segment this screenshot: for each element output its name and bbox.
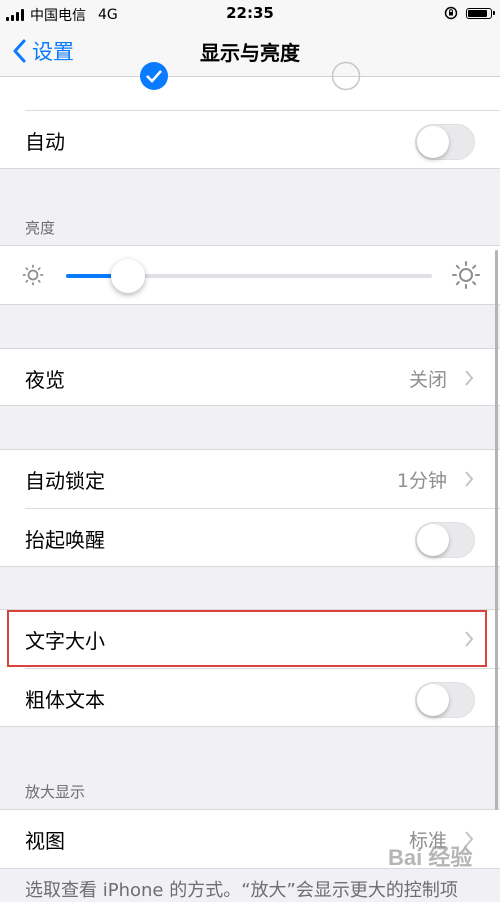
- brightness-header: 亮度: [25, 219, 56, 237]
- auto-appearance-label: 自动: [25, 130, 65, 154]
- raise-to-wake-toggle[interactable]: [415, 522, 475, 558]
- checkmark-selected-icon[interactable]: [139, 61, 169, 91]
- bold-text-row: 粗体文本: [0, 669, 500, 727]
- raise-to-wake-label: 抬起唤醒: [25, 528, 105, 552]
- auto-lock-label: 自动锁定: [25, 469, 105, 493]
- scrollbar[interactable]: [495, 250, 498, 810]
- battery-icon: [466, 7, 495, 19]
- clock: 22:35: [226, 4, 274, 22]
- brightness-group: [0, 245, 500, 305]
- sun-large-icon: [452, 261, 480, 289]
- chevron-right-icon: [465, 370, 474, 386]
- brightness-slider-thumb[interactable]: [111, 259, 146, 293]
- page-title: 显示与亮度: [200, 41, 300, 65]
- text-size-row[interactable]: 文字大小: [0, 610, 500, 668]
- radio-unselected-icon[interactable]: [331, 61, 361, 91]
- bold-text-label: 粗体文本: [25, 688, 105, 712]
- night-shift-value: 关闭: [408, 369, 447, 391]
- auto-appearance-row: 自动: [0, 111, 500, 169]
- bold-text-toggle[interactable]: [415, 682, 475, 718]
- text-size-label: 文字大小: [25, 629, 105, 653]
- status-right: [444, 6, 495, 20]
- auto-appearance-toggle[interactable]: [415, 124, 475, 160]
- watermark-logo: Bai 经验: [388, 845, 473, 870]
- text-group: 文字大小 粗体文本: [0, 609, 500, 727]
- auto-lock-value: 1分钟: [396, 470, 447, 492]
- zoom-header: 放大显示: [25, 783, 86, 801]
- auto-lock-row[interactable]: 自动锁定 1分钟: [0, 450, 500, 508]
- orientation-lock-icon: [444, 6, 458, 20]
- night-shift-label: 夜览: [25, 368, 65, 392]
- status-bar: 中国电信 4G 22:35: [0, 0, 500, 28]
- navigation-bar: 设置 显示与亮度: [0, 28, 500, 77]
- raise-to-wake-row: 抬起唤醒: [0, 509, 500, 567]
- chevron-right-icon: [465, 631, 474, 647]
- night-shift-group: 夜览 关闭: [0, 348, 500, 406]
- lock-group: 自动锁定 1分钟 抬起唤醒: [0, 449, 500, 567]
- appearance-group: 自动: [0, 61, 500, 169]
- zoom-footer-text: 选取查看 iPhone 的方式。“放大”会显示更大的控制项: [25, 880, 458, 901]
- brightness-slider[interactable]: [66, 259, 432, 293]
- sun-small-icon: [22, 264, 44, 286]
- chevron-right-icon: [465, 471, 474, 487]
- zoom-view-label: 视图: [25, 829, 65, 853]
- night-shift-row[interactable]: 夜览 关闭: [0, 349, 500, 407]
